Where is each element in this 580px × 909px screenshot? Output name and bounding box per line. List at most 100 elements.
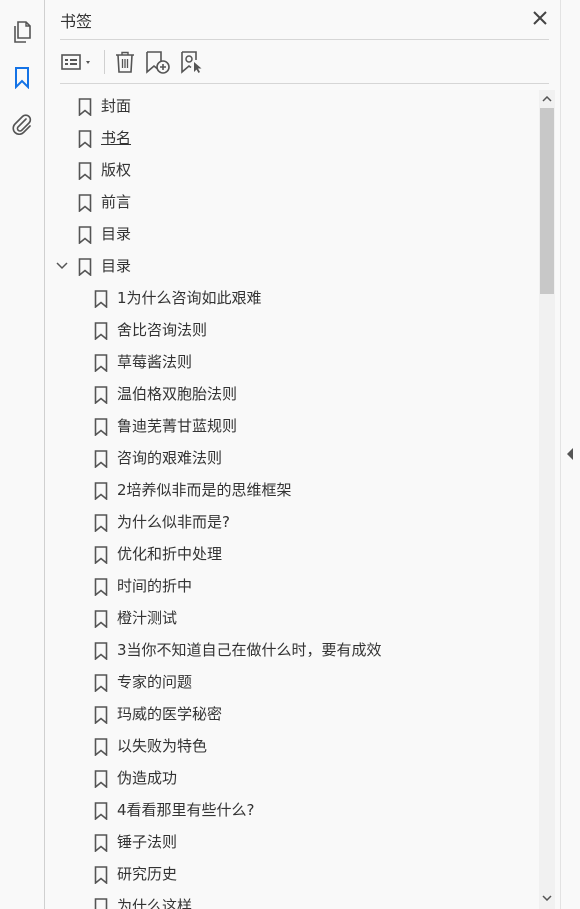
bookmark-item[interactable]: 咨询的艰难法则 (45, 442, 539, 474)
bookmark-label: 为什么似非而是? (117, 513, 230, 531)
bookmark-label: 为什么这样 (117, 897, 193, 909)
bookmark-label: 草莓酱法则 (117, 353, 193, 371)
delete-button[interactable] (112, 48, 138, 76)
bookmark-icon (94, 738, 108, 757)
toolbar-divider (60, 83, 549, 84)
bookmark-icon (94, 866, 108, 885)
bookmark-icon (78, 258, 92, 277)
toolbar-separator (104, 50, 105, 74)
scroll-thumb[interactable] (540, 108, 554, 294)
bookmark-label: 伪造成功 (117, 769, 178, 787)
new-bookmark-button[interactable] (144, 48, 172, 76)
bookmark-item[interactable]: 温伯格双胞胎法则 (45, 378, 539, 410)
bookmark-item[interactable]: 以失败为特色 (45, 730, 539, 762)
bookmark-label: 专家的问题 (117, 673, 193, 691)
bookmark-item[interactable]: 1为什么咨询如此艰难 (45, 282, 539, 314)
bookmarks-toolbar (60, 44, 549, 80)
bookmark-item[interactable]: 橙汁测试 (45, 602, 539, 634)
collapse-arrow-icon[interactable] (567, 448, 573, 460)
bookmark-icon (94, 514, 108, 533)
bookmark-icon (94, 290, 108, 309)
bookmark-item[interactable]: 3当你不知道自己在做什么时，要有成效 (45, 634, 539, 666)
bookmark-label: 4看看那里有些什么? (117, 801, 255, 819)
bookmark-label: 橙汁测试 (117, 609, 178, 627)
bookmark-icon (78, 98, 92, 117)
bookmark-icon (94, 610, 108, 629)
bookmark-icon (94, 418, 108, 437)
bookmark-icon (78, 130, 92, 149)
bookmark-from-structure-button[interactable] (178, 48, 206, 76)
bookmark-label: 舍比咨询法则 (117, 321, 208, 339)
close-button[interactable] (530, 8, 550, 28)
bookmark-label: 封面 (101, 97, 132, 115)
options-menu-icon (61, 54, 90, 70)
bookmark-icon (94, 354, 108, 373)
bookmark-item[interactable]: 封面 (45, 90, 539, 122)
bookmark-icon (78, 226, 92, 245)
bookmark-label: 锤子法则 (117, 833, 178, 851)
vertical-scrollbar[interactable] (539, 90, 555, 909)
bookmark-label: 书名 (101, 129, 132, 147)
bookmark-label: 前言 (101, 193, 132, 211)
chevron-down-icon[interactable] (55, 259, 69, 273)
bookmark-icon (94, 546, 108, 565)
bookmark-icon (94, 450, 108, 469)
bookmark-label: 时间的折中 (117, 577, 193, 595)
bookmark-item[interactable]: 舍比咨询法则 (45, 314, 539, 346)
bookmark-icon (94, 674, 108, 693)
bookmark-item[interactable]: 书名 (45, 122, 539, 154)
panel-title: 书签 (60, 12, 93, 31)
bookmark-tree: 封面书名版权前言目录 目录 1为什么咨询如此艰难 舍比咨询法则 草莓酱法则 温伯格双胞胎… (45, 90, 539, 909)
bookmark-label: 2培养似非而是的思维框架 (117, 481, 292, 499)
bookmark-label: 版权 (101, 161, 132, 179)
bookmark-item[interactable]: 2培养似非而是的思维框架 (45, 474, 539, 506)
bookmark-item[interactable]: 目录 (45, 218, 539, 250)
bookmark-icon (94, 322, 108, 341)
bookmark-item[interactable]: 目录 (45, 250, 539, 282)
bookmark-item[interactable]: 为什么这样 (45, 890, 539, 909)
options-menu-button[interactable] (60, 48, 98, 76)
bookmark-item[interactable]: 版权 (45, 154, 539, 186)
bookmark-item[interactable]: 玛威的医学秘密 (45, 698, 539, 730)
bookmark-label: 研究历史 (117, 865, 178, 883)
scroll-up-arrow[interactable] (542, 94, 552, 104)
bookmarks-app: 书签 封面 书名 版权 前言 目录 目录 1为什么咨询如此艰难 舍比咨询法则 草… (0, 0, 580, 909)
bookmark-icon (94, 482, 108, 501)
bookmark-item[interactable]: 4看看那里有些什么? (45, 794, 539, 826)
bookmark-item[interactable]: 锤子法则 (45, 826, 539, 858)
navigation-rail (0, 0, 45, 909)
bookmark-item[interactable]: 专家的问题 (45, 666, 539, 698)
bookmark-label: 1为什么咨询如此艰难 (117, 289, 262, 307)
bookmark-icon (78, 162, 92, 181)
bookmark-label: 玛威的医学秘密 (117, 705, 223, 723)
chevron-down-icon (542, 895, 552, 901)
bookmark-icon (94, 642, 108, 661)
bookmark-label: 温伯格双胞胎法则 (117, 385, 238, 403)
bookmark-item[interactable]: 草莓酱法则 (45, 346, 539, 378)
close-icon (533, 11, 547, 25)
bookmark-item[interactable]: 优化和折中处理 (45, 538, 539, 570)
bookmark-from-structure-icon (181, 51, 202, 74)
bookmark-icon (94, 770, 108, 789)
bookmark-item[interactable]: 为什么似非而是? (45, 506, 539, 538)
bookmark-icon (94, 706, 108, 725)
bookmark-icon (94, 386, 108, 405)
pages-icon[interactable] (10, 20, 34, 44)
bookmark-icon (94, 834, 108, 853)
bookmark-label: 咨询的艰难法则 (117, 449, 223, 467)
bookmark-item[interactable]: 时间的折中 (45, 570, 539, 602)
bookmark-label: 3当你不知道自己在做什么时，要有成效 (117, 641, 382, 659)
bookmark-item[interactable]: 鲁迪芜菁甘蓝规则 (45, 410, 539, 442)
bookmark-item[interactable]: 前言 (45, 186, 539, 218)
bookmark-label: 鲁迪芜菁甘蓝规则 (117, 417, 238, 435)
attachment-icon[interactable] (10, 112, 34, 136)
bookmark-icon[interactable] (10, 66, 34, 90)
bookmark-icon (94, 898, 108, 909)
scroll-down-arrow[interactable] (542, 893, 552, 903)
panel-collapse-strip[interactable] (560, 0, 580, 909)
bookmark-item[interactable]: 伪造成功 (45, 762, 539, 794)
bookmark-item[interactable]: 研究历史 (45, 858, 539, 890)
bookmark-icon (78, 194, 92, 213)
bookmarks-panel: 书签 封面 书名 版权 前言 目录 目录 1为什么咨询如此艰难 舍比咨询法则 草… (45, 0, 560, 909)
header-divider (60, 39, 549, 40)
